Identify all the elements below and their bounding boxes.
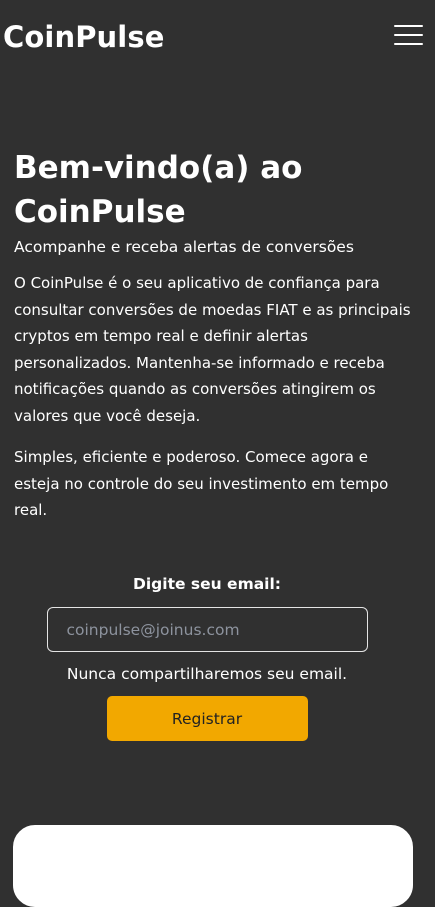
hero-description-1: O CoinPulse é o seu aplicativo de confia… [14, 274, 411, 425]
menu-bar-middle [394, 34, 423, 36]
register-button[interactable]: Registrar [106, 696, 308, 741]
hero-section: Bem-vindo(a) ao CoinPulse Acompanhe e re… [14, 146, 412, 524]
brand-logo-text[interactable]: CoinPulse [3, 20, 164, 54]
hamburger-menu-icon[interactable] [394, 24, 423, 46]
hero-description-2: Simples, eficiente e poderoso. Comece ag… [14, 448, 389, 519]
bottom-card [13, 825, 413, 907]
hero-title: Bem-vindo(a) ao CoinPulse [14, 150, 303, 230]
signup-form: Digite seu email: Nunca compartilharemos… [0, 572, 414, 741]
email-label: Digite seu email: [132, 575, 282, 593]
email-help-text: Nunca compartilharemos seu email. [66, 665, 348, 683]
menu-bar-bottom [394, 43, 423, 45]
email-input[interactable] [46, 607, 368, 652]
hero-subtitle: Acompanhe e receba alertas de conversões [14, 238, 354, 256]
menu-bar-top [394, 25, 423, 27]
app-header: CoinPulse [0, 0, 435, 80]
